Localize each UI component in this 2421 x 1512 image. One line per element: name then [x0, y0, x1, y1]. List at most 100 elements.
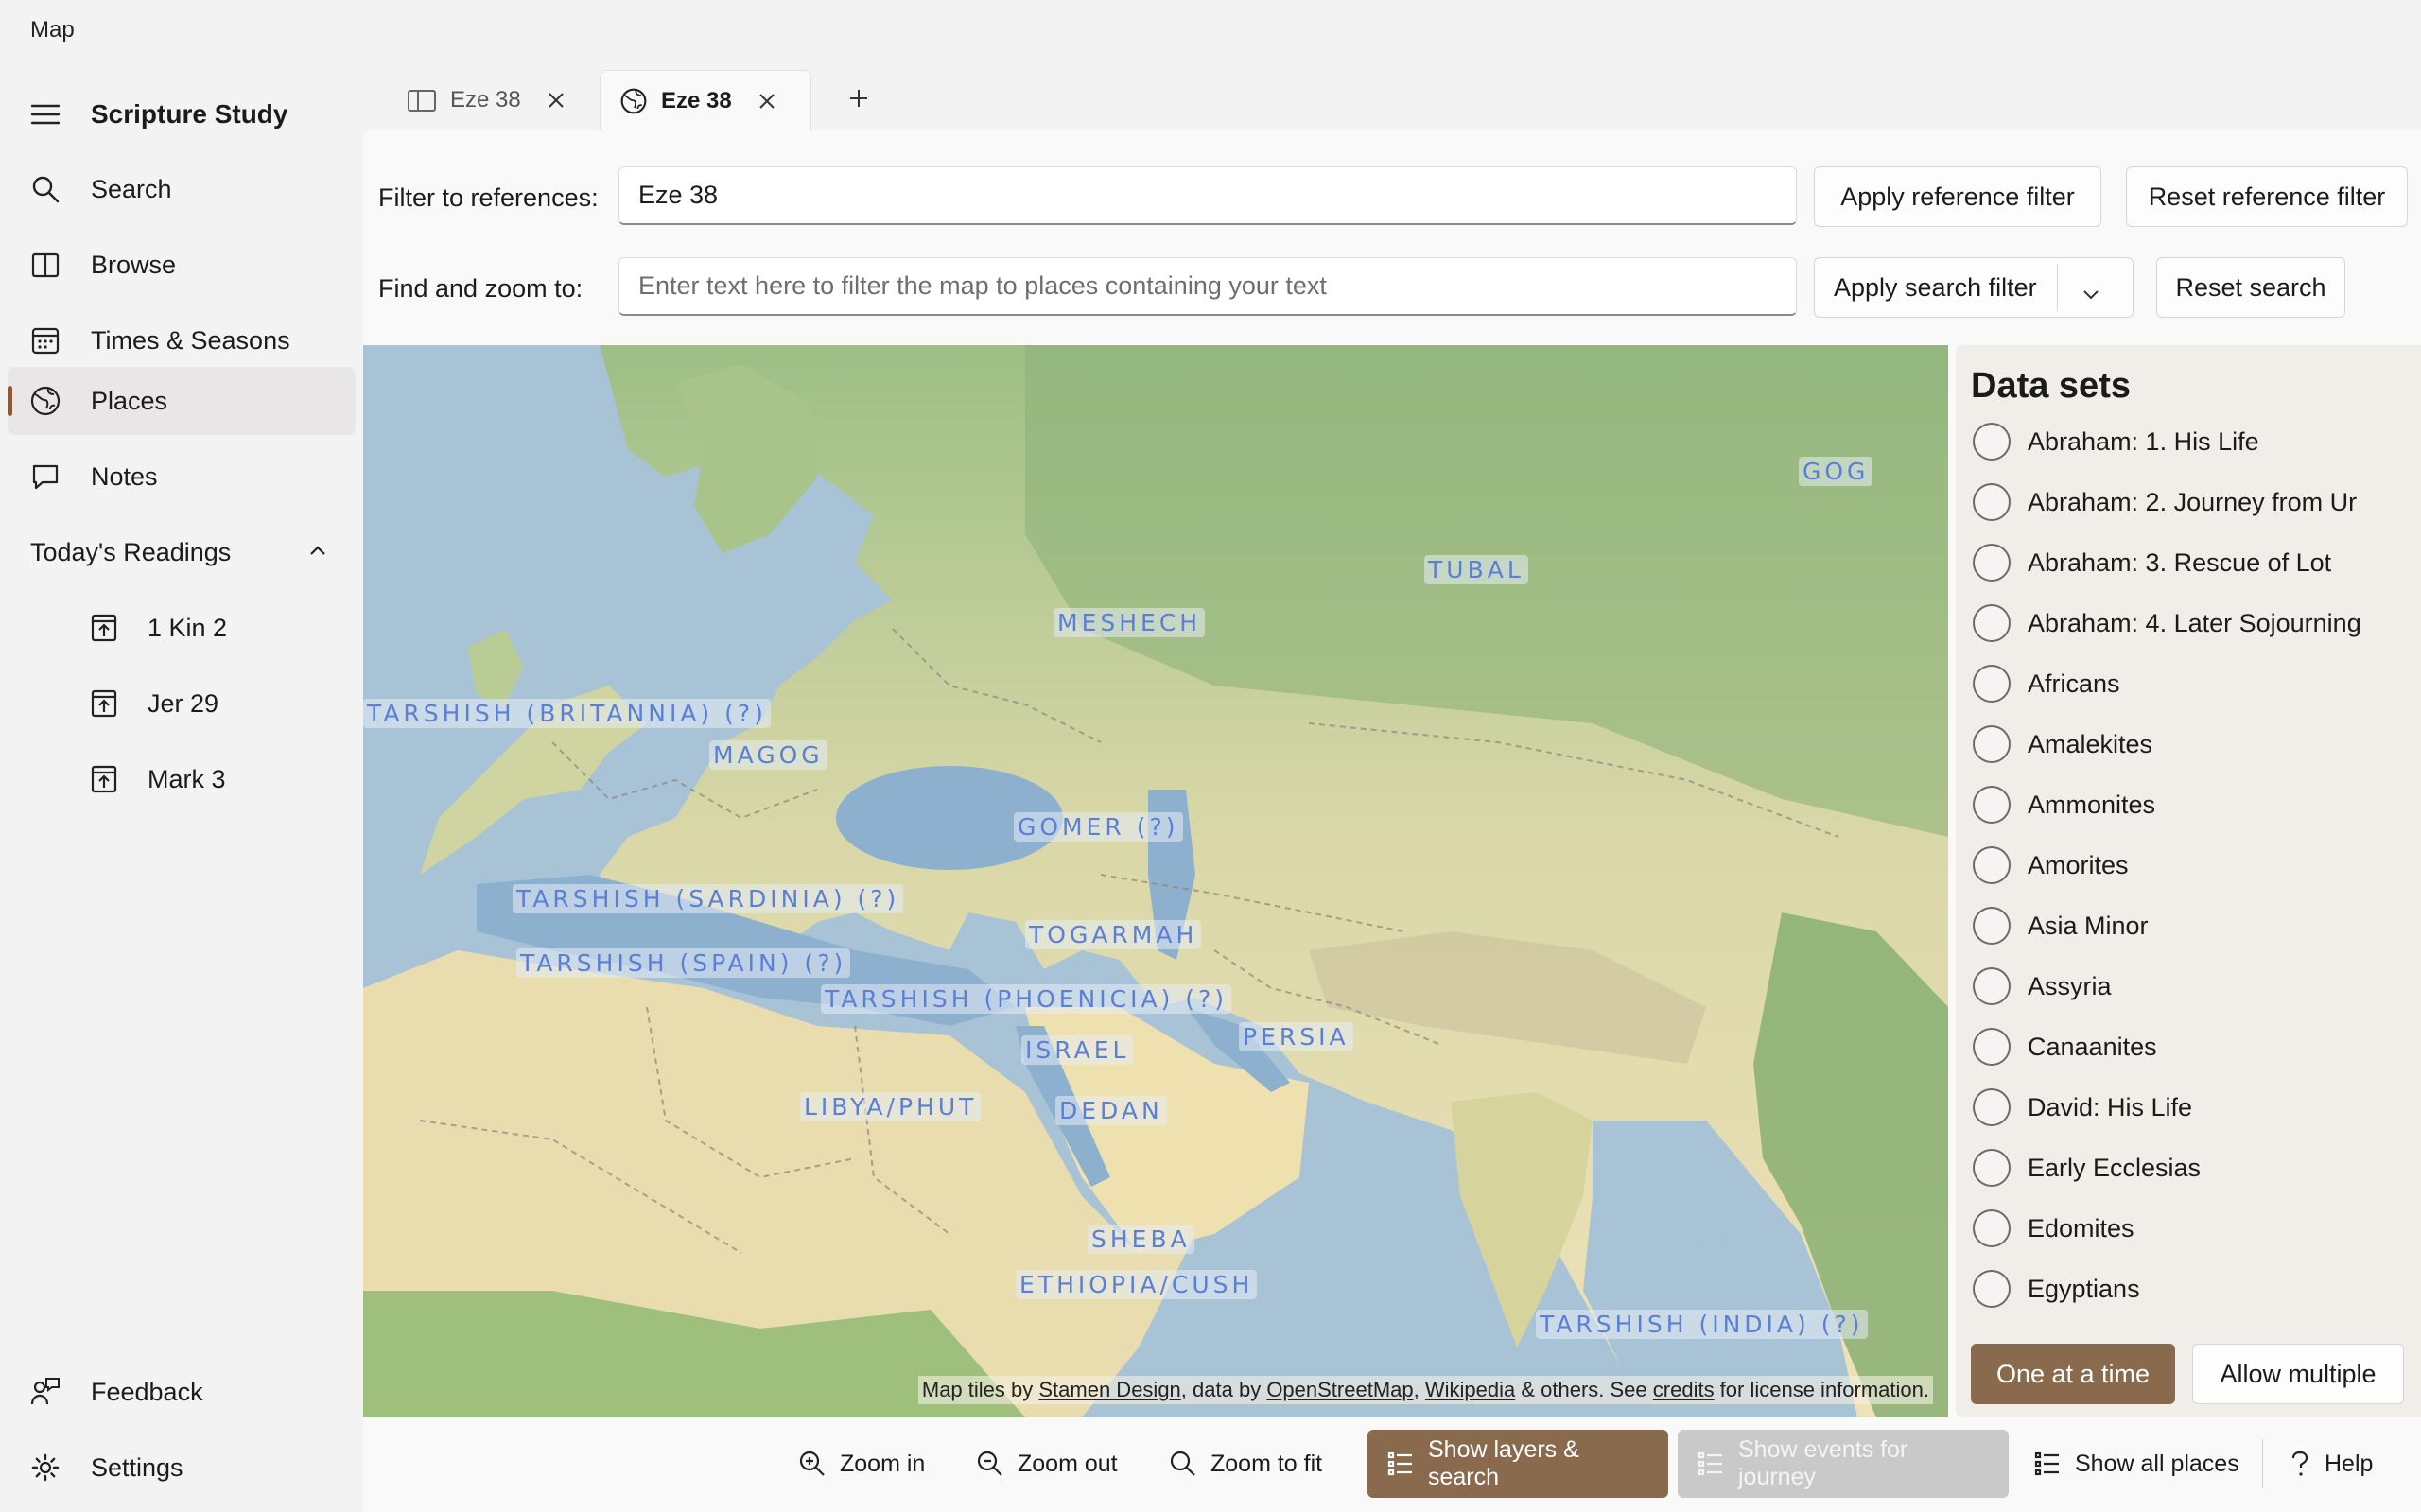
sidebar-item-settings[interactable]: Settings: [8, 1434, 356, 1502]
find-zoom-input[interactable]: Enter text here to filter the map to pla…: [618, 257, 1797, 316]
one-at-a-time-button[interactable]: One at a time: [1971, 1344, 2175, 1404]
sidebar-item-times-seasons[interactable]: Times & Seasons: [8, 306, 356, 374]
tab-label: Eze 38: [661, 87, 732, 113]
dataset-radio-item[interactable]: Asia Minor: [1973, 899, 2149, 952]
sidebar-item-places[interactable]: Places: [8, 367, 356, 435]
show-layers-search-button[interactable]: Show layers & search: [1367, 1430, 1668, 1498]
hamburger-menu-icon[interactable]: [0, 103, 91, 126]
command-separator: [2262, 1439, 2263, 1488]
radio-button[interactable]: [1973, 1028, 2011, 1066]
radio-button[interactable]: [1973, 604, 2011, 642]
map-place-label[interactable]: TARSHISH (SPAIN) (?): [516, 948, 851, 978]
close-icon[interactable]: [548, 92, 565, 109]
map-place-label[interactable]: PERSIA: [1239, 1022, 1353, 1051]
active-indicator: [8, 386, 12, 416]
map-place-label[interactable]: TARSHISH (BRITANNIA) (?): [363, 699, 771, 728]
reading-icon: [68, 764, 140, 794]
show-events-journey-button[interactable]: Show events for journey: [1678, 1430, 2009, 1498]
map-place-label[interactable]: LIBYA/PHUT: [800, 1092, 982, 1121]
map-place-label[interactable]: TARSHISH (PHOENICIA) (?): [821, 984, 1232, 1014]
apply-search-filter-label: Apply search filter: [1834, 272, 2037, 302]
dataset-radio-item[interactable]: Canaanites: [1973, 1020, 2157, 1073]
map-place-label[interactable]: ETHIOPIA/CUSH: [1016, 1270, 1258, 1299]
radio-button[interactable]: [1973, 725, 2011, 763]
sidebar-item-notes[interactable]: Notes: [8, 443, 356, 511]
dataset-radio-item[interactable]: Africans: [1973, 657, 2120, 710]
radio-button[interactable]: [1973, 423, 2011, 461]
zoom-to-fit-button[interactable]: Zoom to fit: [1169, 1430, 1322, 1498]
help-button[interactable]: Help: [2289, 1430, 2373, 1498]
close-icon[interactable]: [758, 93, 775, 110]
apply-reference-filter-button[interactable]: Apply reference filter: [1814, 166, 2101, 227]
map-place-label[interactable]: ISRAEL: [1021, 1035, 1134, 1065]
map-place-label[interactable]: MAGOG: [709, 740, 827, 770]
radio-button[interactable]: [1973, 483, 2011, 521]
dataset-radio-item[interactable]: Assyria: [1973, 960, 2112, 1013]
radio-button[interactable]: [1973, 665, 2011, 703]
apply-search-filter-split-button[interactable]: Apply search filter: [1814, 257, 2134, 318]
show-events-journey-label: Show events for journey: [1738, 1436, 1908, 1490]
dataset-radio-item[interactable]: Abraham: 2. Journey from Ur: [1973, 476, 2357, 529]
sidebar-item-feedback[interactable]: Feedback: [8, 1358, 356, 1426]
todays-readings-header[interactable]: Today's Readings: [8, 518, 356, 586]
map-place-label[interactable]: GOMER (?): [1014, 812, 1183, 842]
dataset-radio-item[interactable]: Egyptians: [1973, 1262, 2140, 1315]
dataset-label: Abraham: 4. Later Sojourning: [2028, 608, 2361, 637]
map-place-label[interactable]: TARSHISH (INDIA) (?): [1536, 1310, 1868, 1339]
radio-button[interactable]: [1973, 1270, 2011, 1308]
chevron-down-icon[interactable]: [2081, 279, 2100, 308]
openstreetmap-link[interactable]: OpenStreetMap: [1266, 1378, 1413, 1401]
reading-item[interactable]: Jer 29: [68, 669, 352, 738]
search-icon: [1169, 1450, 1197, 1478]
map-place-label[interactable]: MESHECH: [1054, 608, 1206, 637]
zoom-in-button[interactable]: Zoom in: [798, 1430, 925, 1498]
radio-button[interactable]: [1973, 786, 2011, 824]
reference-filter-input[interactable]: Eze 38: [618, 166, 1797, 225]
feedback-icon: [8, 1376, 83, 1408]
dataset-radio-item[interactable]: Ammonites: [1973, 778, 2155, 831]
dataset-radio-item[interactable]: Abraham: 4. Later Sojourning: [1973, 597, 2361, 650]
sidebar-item-search[interactable]: Search: [8, 155, 356, 223]
map-view[interactable]: GOG TUBAL MESHECH TARSHISH (BRITANNIA) (…: [363, 345, 1948, 1417]
tab-browse-eze-38[interactable]: Eze 38: [388, 70, 586, 130]
map-place-label[interactable]: SHEBA: [1088, 1225, 1194, 1254]
dataset-radio-item[interactable]: Amalekites: [1973, 718, 2152, 771]
radio-button[interactable]: [1973, 1088, 2011, 1126]
map-place-label[interactable]: TOGARMAH: [1025, 920, 1202, 949]
wikipedia-link[interactable]: Wikipedia: [1425, 1378, 1515, 1401]
radio-button[interactable]: [1973, 1149, 2011, 1187]
dataset-radio-item[interactable]: Abraham: 1. His Life: [1973, 415, 2259, 468]
globe-icon: [8, 385, 83, 417]
reset-search-button[interactable]: Reset search: [2156, 257, 2345, 318]
sidebar-item-browse[interactable]: Browse: [8, 231, 356, 299]
dataset-radio-item[interactable]: David: His Life: [1973, 1081, 2192, 1134]
reading-item[interactable]: Mark 3: [68, 745, 352, 813]
map-place-label[interactable]: GOG: [1799, 457, 1873, 486]
tab-map-eze-38[interactable]: Eze 38: [600, 70, 811, 130]
radio-button[interactable]: [1973, 1209, 2011, 1247]
stamen-link[interactable]: Stamen Design: [1038, 1378, 1180, 1401]
reading-item[interactable]: 1 Kin 2: [68, 594, 352, 662]
radio-button[interactable]: [1973, 907, 2011, 945]
chevron-up-icon[interactable]: [308, 544, 327, 562]
attribution-text: , data by: [1180, 1378, 1267, 1401]
zoom-out-icon: [976, 1450, 1004, 1478]
map-place-label[interactable]: TUBAL: [1424, 555, 1528, 584]
radio-button[interactable]: [1973, 544, 2011, 582]
map-place-label[interactable]: DEDAN: [1055, 1096, 1167, 1125]
dataset-radio-item[interactable]: Edomites: [1973, 1202, 2134, 1255]
reset-reference-filter-button[interactable]: Reset reference filter: [2126, 166, 2408, 227]
zoom-out-button[interactable]: Zoom out: [976, 1430, 1118, 1498]
map-place-label[interactable]: TARSHISH (SARDINIA) (?): [513, 884, 904, 913]
sidebar-item-label: Browse: [91, 250, 177, 279]
allow-multiple-button[interactable]: Allow multiple: [2192, 1344, 2404, 1404]
show-all-places-button[interactable]: Show all places: [2033, 1430, 2239, 1498]
radio-button[interactable]: [1973, 846, 2011, 884]
dataset-radio-item[interactable]: Early Ecclesias: [1973, 1141, 2201, 1194]
dataset-radio-item[interactable]: Amorites: [1973, 839, 2129, 892]
credits-link[interactable]: credits: [1653, 1378, 1715, 1401]
radio-button[interactable]: [1973, 967, 2011, 1005]
new-tab-button[interactable]: [840, 81, 878, 119]
datasets-panel: Data sets Abraham: 1. His Life Abraham: …: [1956, 345, 2421, 1417]
dataset-radio-item[interactable]: Abraham: 3. Rescue of Lot: [1973, 536, 2331, 589]
